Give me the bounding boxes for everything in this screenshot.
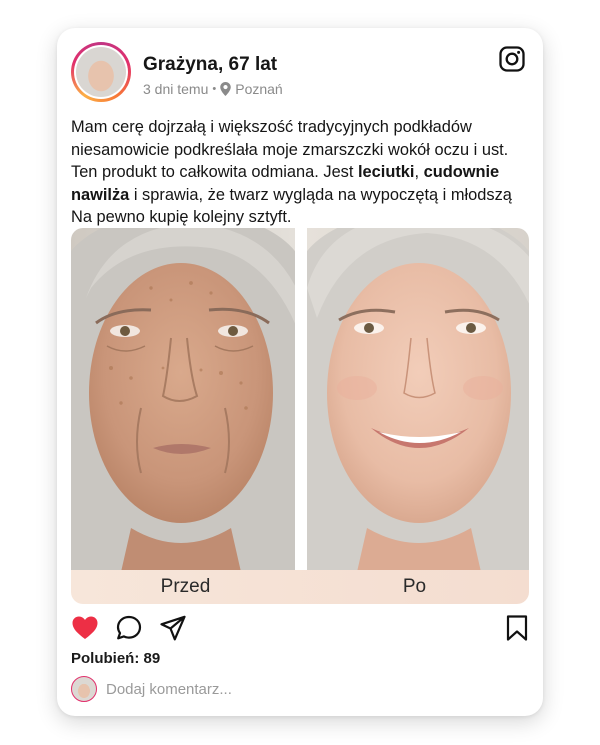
send-icon[interactable]	[159, 614, 187, 642]
after-label: Po	[402, 576, 427, 597]
post-header: Grażyna, 67 lat 3 dni temu • Poznań	[71, 42, 529, 106]
post-time: 3 dni temu	[143, 81, 209, 97]
post-location[interactable]: Poznań	[235, 81, 282, 97]
before-photo	[71, 228, 295, 572]
likes-count[interactable]: Polubień: 89	[71, 650, 160, 667]
before-after-photos[interactable]: Przed Po	[71, 228, 529, 604]
post-caption: Mam cerę dojrzałą i większość tradycyjny…	[71, 118, 512, 226]
instagram-icon[interactable]	[499, 46, 525, 72]
comment-icon[interactable]	[115, 614, 143, 642]
author-name[interactable]: Grażyna, 67 lat	[143, 54, 277, 76]
comment-input[interactable]: Dodaj komentarz...	[106, 681, 232, 698]
post-meta: 3 dni temu • Poznań	[143, 81, 283, 97]
heart-icon[interactable]	[71, 614, 99, 642]
author-avatar[interactable]	[71, 42, 131, 102]
caption-bar: Przed Po	[71, 570, 529, 604]
comment-input-row[interactable]: Dodaj komentarz...	[71, 676, 232, 702]
post-card: Grażyna, 67 lat 3 dni temu • Poznań Mam …	[57, 28, 543, 716]
bookmark-icon[interactable]	[503, 614, 531, 642]
highlight-light: leciutki	[358, 163, 415, 181]
action-bar	[71, 614, 529, 644]
meta-separator: •	[212, 83, 217, 95]
location-pin-icon	[220, 82, 231, 96]
before-label: Przed	[160, 576, 211, 597]
current-user-avatar	[71, 676, 97, 702]
after-photo	[307, 228, 529, 572]
